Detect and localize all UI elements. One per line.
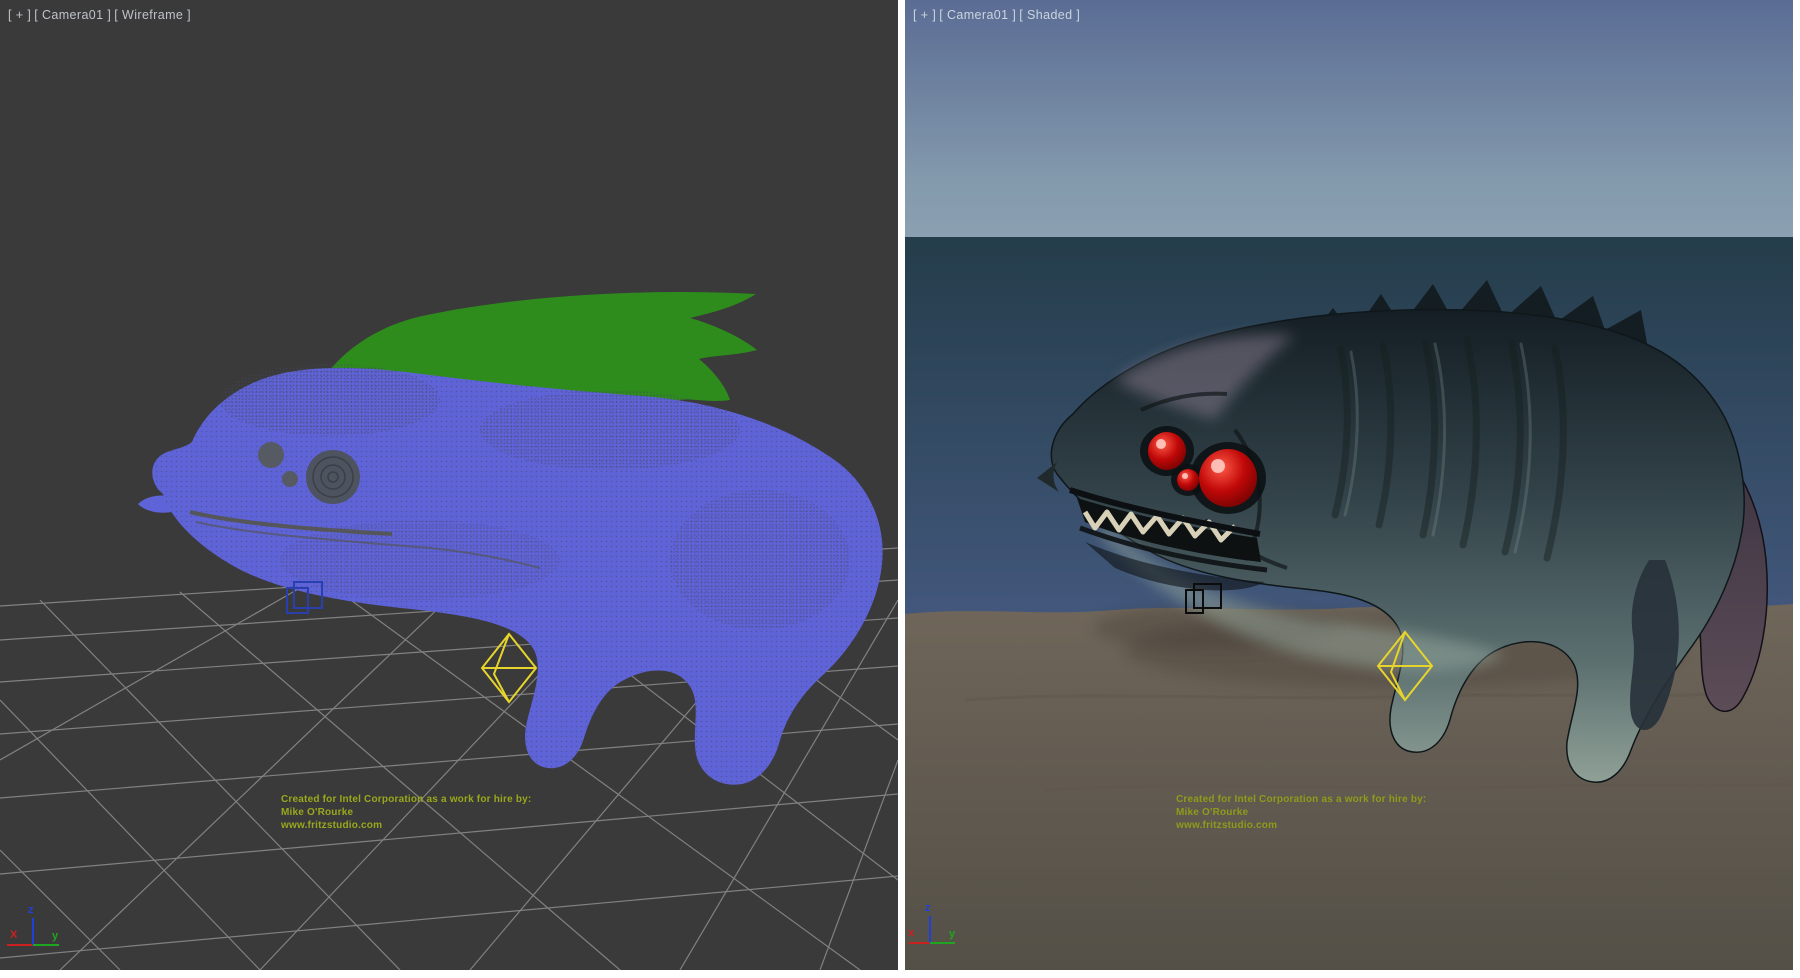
credit-text: Created for Intel Corporation as a work … bbox=[281, 793, 531, 832]
viewport-shaded[interactable]: x z y [ + ][ Camera01 ][ Shaded ] Create… bbox=[905, 0, 1793, 970]
viewport-label-left: [ + ][ Camera01 ][ Wireframe ] bbox=[8, 8, 194, 22]
viewport-label-right: [ + ][ Camera01 ][ Shaded ] bbox=[913, 8, 1083, 22]
shading-menu-button[interactable]: [ Shaded ] bbox=[1019, 8, 1080, 22]
viewport-menu-button[interactable]: [ + ] bbox=[8, 8, 31, 22]
viewport-menu-button[interactable]: [ + ] bbox=[913, 8, 936, 22]
fish-eye-large bbox=[1199, 449, 1257, 507]
axis-x-label: x bbox=[908, 927, 915, 939]
axis-y-label: y bbox=[949, 928, 956, 940]
viewport-splitter[interactable] bbox=[898, 0, 905, 970]
axis-z-label: z bbox=[28, 904, 34, 916]
shading-menu-button[interactable]: [ Wireframe ] bbox=[114, 8, 191, 22]
wireframe-fish-body[interactable] bbox=[138, 364, 883, 785]
axis-x-label: X bbox=[10, 929, 18, 941]
camera-menu-button[interactable]: [ Camera01 ] bbox=[34, 8, 111, 22]
fish-eye-tiny bbox=[282, 471, 298, 487]
canvas-border-bottom bbox=[0, 970, 1800, 978]
viewport-wireframe[interactable]: X z y [ + ][ Camera01 ][ Wireframe ] Cre… bbox=[0, 0, 898, 970]
sky bbox=[905, 0, 1793, 237]
wireframe-shading-patch bbox=[220, 364, 440, 436]
axis-y-label: y bbox=[52, 930, 59, 942]
camera-menu-button[interactable]: [ Camera01 ] bbox=[939, 8, 1016, 22]
fish-eye-large-wireframe bbox=[306, 450, 360, 504]
wireframe-shading-patch bbox=[670, 490, 850, 630]
fish-eye-small bbox=[1177, 469, 1199, 491]
fish-eye-small bbox=[258, 442, 284, 468]
wireframe-shading-patch bbox=[480, 390, 740, 470]
credit-text: Created for Intel Corporation as a work … bbox=[1176, 793, 1426, 832]
fish-eye-medium bbox=[1148, 432, 1186, 470]
canvas-border-right bbox=[1793, 0, 1800, 978]
dual-viewport-canvas: X z y [ + ][ Camera01 ][ Wireframe ] Cre… bbox=[0, 0, 1800, 978]
axis-z-label: z bbox=[925, 902, 931, 914]
axis-tripod: X z y bbox=[7, 904, 59, 945]
